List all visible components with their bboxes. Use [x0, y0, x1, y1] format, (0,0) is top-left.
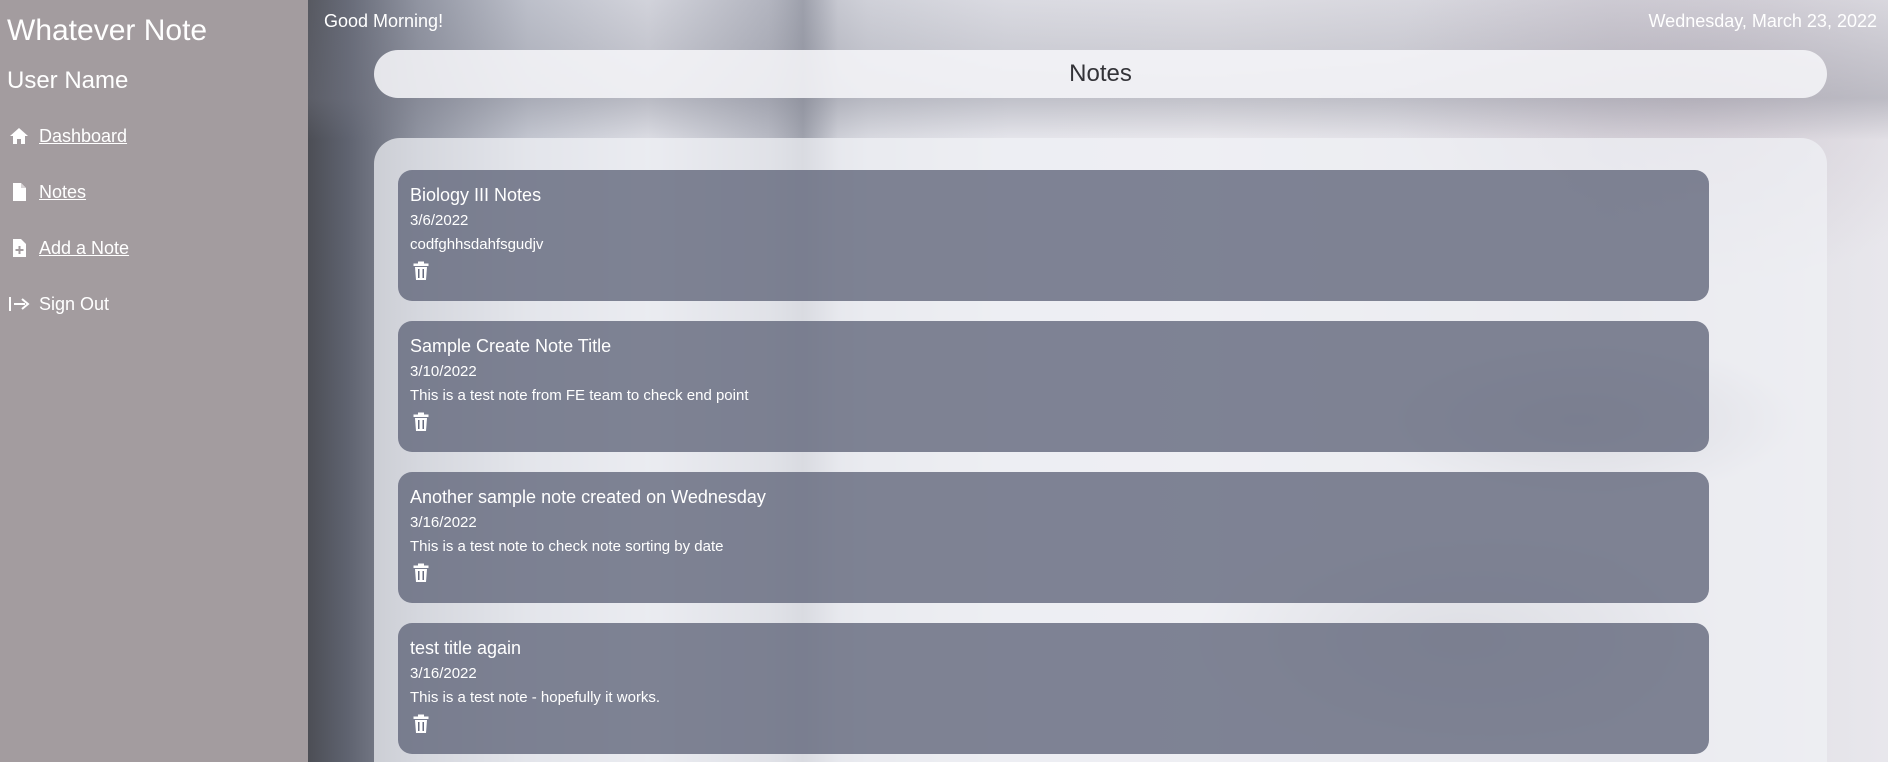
trash-icon — [413, 714, 429, 733]
nav-label-add-note[interactable]: Add a Note — [39, 237, 129, 259]
delete-note-button[interactable] — [411, 411, 431, 433]
note-card[interactable]: Another sample note created on Wednesday… — [398, 472, 1709, 603]
note-body: This is a test note to check note sortin… — [410, 538, 724, 555]
delete-note-button[interactable] — [411, 260, 431, 282]
nav-label-notes[interactable]: Notes — [39, 181, 86, 203]
nav-item-add-note[interactable]: Add a Note — [8, 236, 129, 260]
sign-out-icon — [8, 293, 30, 315]
current-date: Wednesday, March 23, 2022 — [1648, 11, 1877, 31]
page-title: Notes — [1069, 60, 1132, 87]
user-name: User Name — [7, 67, 129, 94]
delete-note-button[interactable] — [411, 713, 431, 735]
note-title: Biology III Notes — [410, 185, 542, 205]
note-date: 3/10/2022 — [410, 363, 477, 380]
note-date: 3/16/2022 — [410, 514, 477, 531]
sidebar: Whatever Note User Name Dashboard Notes — [0, 0, 308, 762]
document-icon — [8, 181, 30, 203]
page-title-bar: Notes — [374, 50, 1827, 98]
main-content: Good Morning! Wednesday, March 23, 2022 … — [308, 0, 1888, 762]
note-card[interactable]: Biology III Notes 3/6/2022 codfghhsdahfs… — [398, 170, 1709, 301]
note-date: 3/16/2022 — [410, 665, 477, 682]
note-date: 3/6/2022 — [410, 212, 469, 229]
note-title: Another sample note created on Wednesday — [410, 487, 766, 507]
trash-icon — [413, 261, 429, 280]
nav-label-dashboard[interactable]: Dashboard — [39, 125, 127, 147]
note-body: codfghhsdahfsgudjv — [410, 236, 544, 253]
nav-label-sign-out[interactable]: Sign Out — [39, 293, 109, 315]
add-document-icon — [8, 237, 30, 259]
nav-item-notes[interactable]: Notes — [8, 180, 86, 204]
app-title: Whatever Note — [7, 14, 208, 47]
notes-panel: Biology III Notes 3/6/2022 codfghhsdahfs… — [374, 138, 1827, 762]
note-body: This is a test note - hopefully it works… — [410, 689, 661, 706]
trash-icon — [413, 412, 429, 431]
greeting: Good Morning! — [324, 11, 444, 31]
nav-item-dashboard[interactable]: Dashboard — [8, 124, 127, 148]
app-root: Whatever Note User Name Dashboard Notes — [0, 0, 1888, 762]
note-body: This is a test note from FE team to chec… — [410, 387, 749, 404]
note-card[interactable]: test title again 3/16/2022 This is a tes… — [398, 623, 1709, 754]
delete-note-button[interactable] — [411, 562, 431, 584]
home-icon — [8, 125, 30, 147]
nav-item-sign-out[interactable]: Sign Out — [8, 292, 109, 316]
note-card[interactable]: Sample Create Note Title 3/10/2022 This … — [398, 321, 1709, 452]
trash-icon — [413, 563, 429, 582]
note-title: test title again — [410, 638, 522, 658]
note-title: Sample Create Note Title — [410, 336, 612, 356]
notes-list: Biology III Notes 3/6/2022 codfghhsdahfs… — [398, 170, 1709, 762]
